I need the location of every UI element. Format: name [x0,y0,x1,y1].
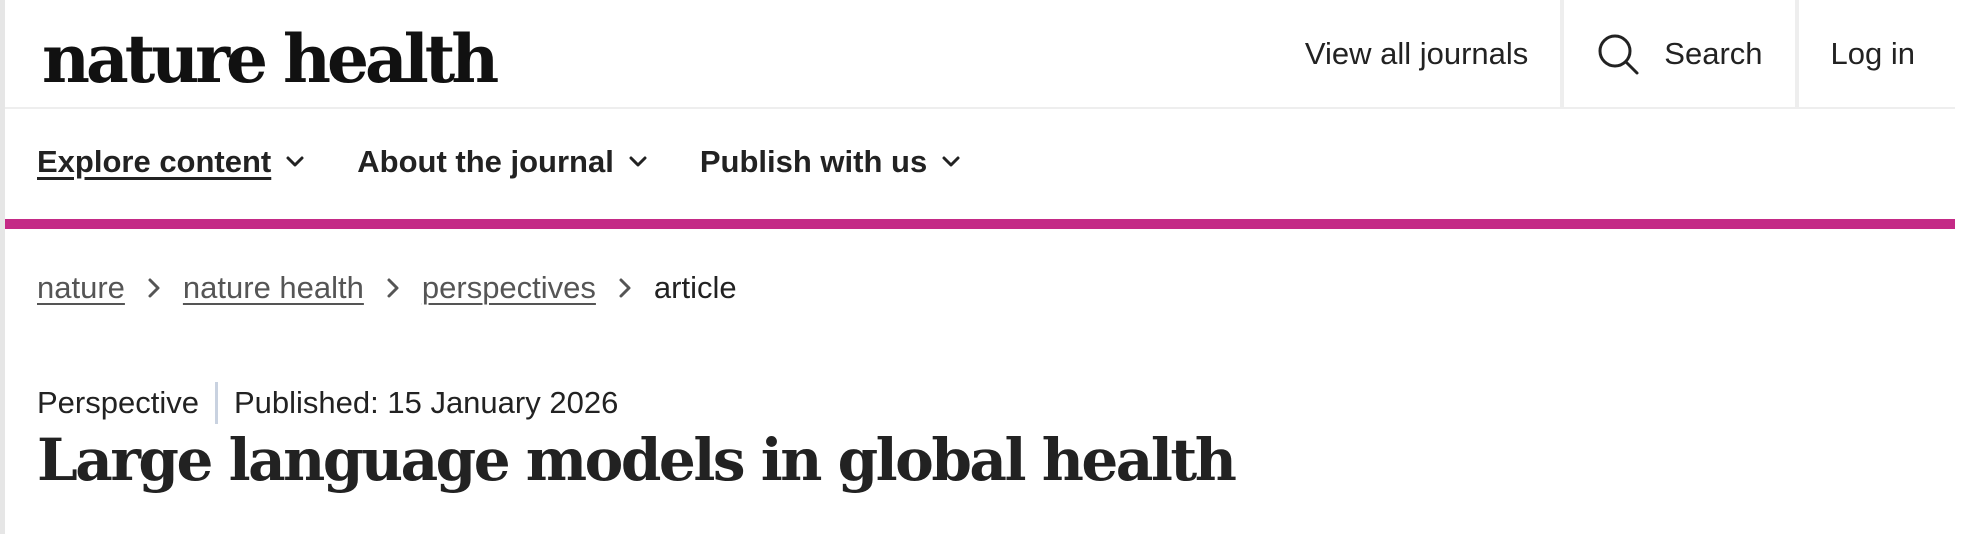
site-logo[interactable]: nature health [42,14,499,104]
search-label: Search [1664,35,1763,71]
main-nav: Explore content About the journal Publis… [5,109,1955,219]
page: nature health View all journals Search L… [0,0,1964,534]
breadcrumb-current: article [653,270,737,305]
view-all-journals-link[interactable]: View all journals [1273,0,1560,107]
search-icon [1598,34,1639,74]
nav-publish-with-us[interactable]: Publish with us [700,144,961,180]
breadcrumb-perspectives[interactable]: perspectives [422,270,596,306]
search-button[interactable]: Search [1564,0,1794,107]
breadcrumb-nature-health[interactable]: nature health [183,270,364,306]
breadcrumb: nature nature health perspectives articl… [37,270,737,306]
chevron-down-icon [286,156,304,167]
meta-divider [214,382,218,424]
login-link[interactable]: Log in [1799,0,1955,107]
chevron-right-icon [148,278,160,298]
nav-item-label: Explore content [37,144,272,179]
nav-explore-content[interactable]: Explore content [37,144,305,180]
article-type: Perspective [37,385,199,420]
chevron-down-icon [942,156,960,167]
nav-item-label: Publish with us [699,144,928,179]
nav-about-journal[interactable]: About the journal [357,144,648,180]
top-header: nature health View all journals Search L… [5,0,1955,109]
chevron-down-icon [629,156,647,167]
article-title: Large language models in global health [37,426,1237,494]
article-meta: Perspective Published: 15 January 2026 [37,382,618,424]
chevron-right-icon [619,278,631,298]
published-date: Published: 15 January 2026 [233,385,619,420]
header-actions: View all journals Search Log in [1273,0,1955,107]
chevron-right-icon [387,278,399,298]
accent-bar [5,219,1955,229]
breadcrumb-nature[interactable]: nature [37,270,125,306]
nav-item-label: About the journal [357,144,614,179]
